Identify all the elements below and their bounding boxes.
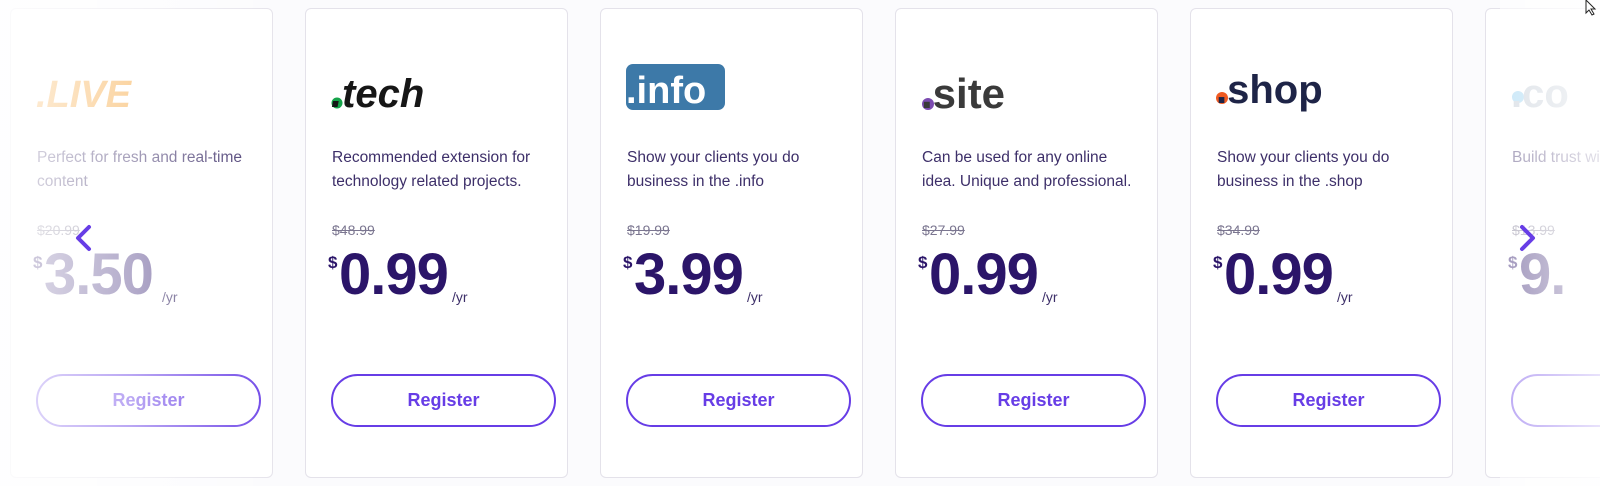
svg-text:.info: .info xyxy=(626,70,706,112)
price-period: /yr xyxy=(162,289,178,305)
register-button[interactable]: Register xyxy=(331,374,556,427)
chevron-left-icon[interactable] xyxy=(72,224,96,252)
register-button[interactable]: Register xyxy=(1216,374,1441,427)
currency-symbol: $ xyxy=(1213,253,1223,272)
svg-text:.site: .site xyxy=(921,70,1005,117)
register-button[interactable]: Register xyxy=(626,374,851,427)
domain-description: Recommended extension for technology rel… xyxy=(332,149,531,190)
price-amount: 3.99 xyxy=(634,242,744,307)
domain-card-info: .info Show your clients you do business … xyxy=(600,8,863,478)
price-amount: 0.99 xyxy=(1224,242,1334,307)
register-button[interactable] xyxy=(1511,374,1600,427)
price-amount: 0.99 xyxy=(929,242,1039,307)
currency-symbol: $ xyxy=(33,253,43,272)
site-logo: .site xyxy=(921,70,1005,117)
price-period: /yr xyxy=(1042,289,1058,305)
old-price: $19.99 xyxy=(627,222,670,238)
domain-card-site: .site Can be used for any online idea. U… xyxy=(895,8,1158,478)
old-price: $34.99 xyxy=(1217,222,1260,238)
register-button[interactable]: Register xyxy=(36,374,261,427)
co-logo: .co xyxy=(1511,72,1569,116)
mouse-cursor-icon xyxy=(1585,0,1597,16)
old-price: $27.99 xyxy=(922,222,965,238)
svg-text:.co: .co xyxy=(1511,72,1569,116)
domain-card-live: .LIVE Perfect for fresh and real-time co… xyxy=(10,8,273,478)
svg-text:.tech: .tech xyxy=(331,72,424,116)
svg-text:.LIVE: .LIVE xyxy=(36,74,133,116)
svg-text:.shop: .shop xyxy=(1216,68,1323,112)
shop-logo: .shop xyxy=(1216,68,1323,112)
domain-description: Perfect for fresh and real-time content xyxy=(37,149,243,190)
domain-card-co: .co Build trust with a well known $13.99… xyxy=(1485,8,1600,478)
tech-logo: .tech xyxy=(331,72,424,116)
chevron-right-icon[interactable] xyxy=(1515,224,1539,252)
currency-symbol: $ xyxy=(918,253,928,272)
currency-symbol: $ xyxy=(328,253,338,272)
domain-card-shop: .shop Show your clients you do business … xyxy=(1190,8,1453,478)
domain-description: Show your clients you do business in the… xyxy=(1217,149,1390,190)
currency-symbol: $ xyxy=(623,253,633,272)
currency-symbol: $ xyxy=(1508,253,1518,272)
register-button[interactable]: Register xyxy=(921,374,1146,427)
domain-description: Build trust with a well known xyxy=(1512,149,1600,166)
domain-carousel: .LIVE Perfect for fresh and real-time co… xyxy=(0,0,1600,486)
live-logo: .LIVE xyxy=(36,74,133,116)
old-price: $48.99 xyxy=(332,222,375,238)
price-amount: 0.99 xyxy=(339,242,449,307)
domain-card-tech: .tech Recommended extension for technolo… xyxy=(305,8,568,478)
price-amount: 3.50 xyxy=(44,242,154,307)
info-logo: .info xyxy=(626,64,725,112)
domain-description: Show your clients you do business in the… xyxy=(627,149,800,190)
price-period: /yr xyxy=(1337,289,1353,305)
price-period: /yr xyxy=(452,289,468,305)
domain-description: Can be used for any online idea. Unique … xyxy=(922,149,1132,190)
price-period: /yr xyxy=(747,289,763,305)
